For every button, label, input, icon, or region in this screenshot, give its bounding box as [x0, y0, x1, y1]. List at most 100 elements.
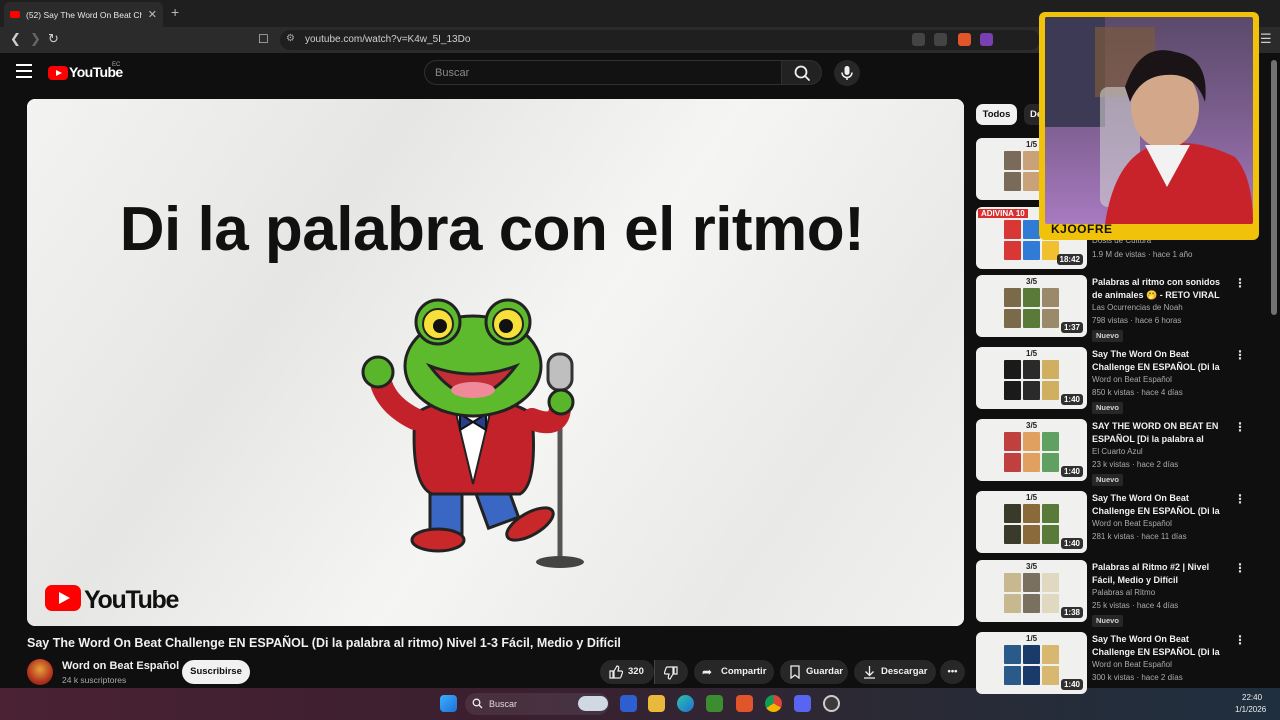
video-title-link[interactable]: Say The Word On Beat Challenge EN ESPAÑO… [1092, 348, 1228, 373]
reload-icon[interactable]: ↻ [48, 31, 59, 47]
save-button[interactable]: Guardar [780, 660, 848, 684]
menu-icon[interactable] [16, 64, 32, 78]
brave-rewards-icon[interactable] [980, 33, 993, 46]
forward-icon[interactable]: ❯ [30, 31, 41, 47]
video-thumbnail[interactable]: 3/5 1:40 [976, 419, 1087, 481]
thumbnail-image-grid [1004, 573, 1059, 613]
new-badge: Nuevo [1092, 402, 1123, 414]
more-actions-button[interactable]: ••• [940, 660, 965, 684]
video-title: Say The Word On Beat Challenge EN ESPAÑO… [27, 636, 621, 650]
video-title-link[interactable]: Palabras al Ritmo #2 | Nivel Fácil, Medi… [1092, 561, 1228, 586]
tab-title: (52) Say The Word On Beat Challe [26, 9, 142, 20]
video-views-age: 798 vistas · hace 6 horas [1092, 316, 1182, 325]
streamer-silhouette [1045, 17, 1253, 224]
region-label: EC [112, 62, 121, 68]
video-heading-text: Di la palabra con el ritmo! [119, 195, 865, 264]
edge-browser-icon[interactable] [677, 695, 694, 712]
video-channel-name[interactable]: Las Ocurrencias de Noah [1092, 303, 1183, 312]
video-channel-name[interactable]: Palabras al Ritmo [1092, 588, 1155, 597]
url-text[interactable]: youtube.com/watch?v=K4w_5I_13Do [305, 34, 470, 45]
browser-menu-icon[interactable]: ☰ [1260, 31, 1272, 47]
download-button[interactable]: Descargar [854, 660, 936, 684]
video-thumbnail[interactable]: 1/5 1:40 [976, 632, 1087, 694]
video-thumbnail[interactable]: 3/5 1:38 [976, 560, 1087, 622]
search-input[interactable] [435, 65, 765, 81]
share-label: Compartir [721, 666, 767, 677]
steam-icon[interactable] [823, 695, 840, 712]
more-options-icon[interactable]: ⋮ [1234, 492, 1246, 506]
like-button[interactable]: 320 [600, 660, 654, 684]
share-button[interactable]: ➦ Compartir [694, 660, 774, 684]
file-explorer-icon[interactable] [648, 695, 665, 712]
video-channel-name[interactable]: Word on Beat Español [1092, 660, 1172, 669]
bookmark-icon[interactable]: ☐ [258, 32, 269, 46]
more-options-icon[interactable]: ⋮ [1234, 561, 1246, 575]
thumbnail-level-text: 3/5 [1026, 277, 1038, 286]
clock-date[interactable]: 1/1/2026 [1235, 705, 1266, 714]
clock-time[interactable]: 22:40 [1242, 693, 1262, 702]
save-label: Guardar [806, 666, 843, 677]
webcam-overlay [1039, 12, 1259, 240]
app-icon-pen[interactable] [620, 695, 637, 712]
video-duration: 1:37 [1060, 322, 1083, 333]
video-channel-name[interactable]: Word on Beat Español [1092, 519, 1172, 528]
video-duration: 18:42 [1056, 254, 1083, 265]
site-info-icon[interactable]: ⚙ [286, 33, 295, 44]
search-button[interactable] [781, 60, 822, 85]
channel-name[interactable]: Word on Beat Español [62, 660, 179, 672]
video-channel-name[interactable]: Word on Beat Español [1092, 375, 1172, 384]
thumbnail-level-text: 1/5 [1026, 140, 1038, 149]
brave-shield-icon[interactable] [958, 33, 971, 46]
more-options-icon[interactable]: ⋮ [1234, 276, 1246, 290]
bookmark-save-icon [790, 665, 800, 679]
more-options-icon[interactable]: ⋮ [1234, 348, 1246, 362]
chip-all[interactable]: Todos [976, 104, 1017, 125]
chrome-icon[interactable] [765, 695, 782, 712]
youtube-logo-icon[interactable] [48, 66, 68, 80]
more-horizontal-icon: ••• [947, 666, 958, 677]
search-box[interactable] [424, 60, 782, 85]
channel-avatar[interactable] [27, 659, 53, 685]
video-views-age: 23 k vistas · hace 2 días [1092, 460, 1179, 469]
video-thumbnail[interactable]: 1/5 1:40 [976, 491, 1087, 553]
browser-tab[interactable]: (52) Say The Word On Beat Challe ✕ [4, 2, 163, 27]
taskbar-search-label: Buscar [489, 699, 518, 709]
voice-search-button[interactable] [834, 60, 860, 86]
download-label: Descargar [881, 666, 928, 677]
weather-widget-icon[interactable] [578, 696, 608, 711]
video-thumbnail[interactable]: 3/5 1:37 [976, 275, 1087, 337]
video-duration: 1:40 [1060, 466, 1083, 477]
new-badge: Nuevo [1092, 615, 1123, 627]
page-scrollbar[interactable] [1271, 60, 1277, 315]
youtube-watermark-text: YouTube [84, 586, 179, 614]
cast-icon[interactable] [912, 33, 925, 46]
share-icon[interactable] [934, 33, 947, 46]
video-title-link[interactable]: Say The Word On Beat Challenge EN ESPAÑO… [1092, 492, 1228, 517]
windows-start-icon[interactable] [440, 695, 457, 712]
video-title-link[interactable]: Palabras al ritmo con sonidos de animale… [1092, 276, 1228, 301]
dislike-button[interactable] [654, 660, 688, 684]
thumbs-down-icon [664, 666, 678, 680]
video-title-link[interactable]: SAY THE WORD ON BEAT EN ESPAÑOL [Di la p… [1092, 420, 1228, 445]
more-options-icon[interactable]: ⋮ [1234, 633, 1246, 647]
close-tab-icon[interactable]: ✕ [148, 8, 157, 21]
more-options-icon[interactable]: ⋮ [1234, 420, 1246, 434]
thumbnail-level-text: 1/5 [1026, 349, 1038, 358]
discord-icon[interactable] [794, 695, 811, 712]
video-views-age: 1.9 M de vistas · hace 1 año [1092, 250, 1193, 259]
video-views-age: 300 k vistas · hace 2 días [1092, 673, 1183, 682]
video-thumbnail[interactable]: 1/5 1:40 [976, 347, 1087, 409]
minecraft-icon[interactable] [706, 695, 723, 712]
video-channel-name[interactable]: El Cuarto Azul [1092, 447, 1143, 456]
subscriber-count: 24 k suscriptores [62, 675, 127, 685]
brave-browser-icon[interactable] [736, 695, 753, 712]
youtube-favicon-icon [10, 11, 20, 18]
share-arrow-icon: ➦ [702, 665, 713, 679]
new-tab-button[interactable]: + [171, 4, 179, 20]
thumbnail-level-text: 1/5 [1026, 634, 1038, 643]
video-player[interactable]: Di la palabra con el ritmo! YouTube [27, 99, 964, 626]
video-title-link[interactable]: Say The Word On Beat Challenge EN ESPAÑO… [1092, 633, 1228, 658]
subscribe-button[interactable]: Suscribirse [182, 660, 250, 684]
video-duration: 1:38 [1060, 607, 1083, 618]
back-icon[interactable]: ❮ [10, 31, 21, 47]
